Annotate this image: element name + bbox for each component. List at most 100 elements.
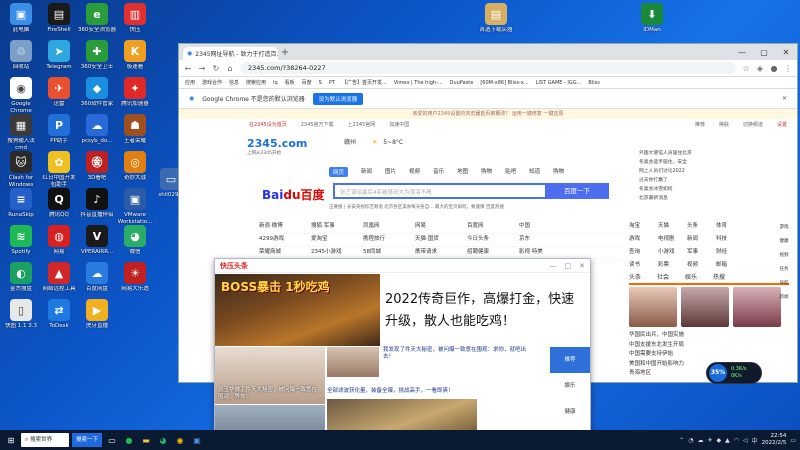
site-link[interactable]: 百度网 [467, 221, 519, 233]
bookmark-item[interactable]: [60M-x86] Bliss-x... [480, 80, 528, 86]
desktop-icon[interactable]: ◎ 奇妙大战 [116, 151, 154, 182]
site-link[interactable]: 天猫·国货 [415, 234, 467, 246]
search-tab[interactable]: 视频 [409, 167, 420, 177]
bookmark-item[interactable]: 应用 [185, 79, 195, 86]
desktop-icon[interactable]: ✈ 迅雷 [40, 77, 78, 108]
top-link[interactable]: 在2345设为首页 [249, 121, 287, 131]
tab-active[interactable]: ◉ 2345网址导航 - 致力于打造百... ✕ [183, 47, 278, 60]
desktop-icon[interactable]: ◆ 360软件管家 [78, 77, 116, 108]
popup-tab[interactable]: 娱乐 [550, 373, 590, 399]
menu-icon[interactable]: ⋮ [784, 64, 792, 73]
new-tab-button[interactable]: + [278, 47, 292, 60]
tray-icon[interactable]: ☁ [697, 437, 703, 444]
extension-icon[interactable]: ◈ [756, 64, 764, 73]
taskbar-search[interactable]: ⌕ 搜索世界 [21, 433, 69, 447]
set-default-button[interactable]: 设为默认浏览器 [312, 92, 364, 105]
weather-widget[interactable]: 赣州 ☀ 5~8°C [344, 137, 544, 146]
desktop-icon[interactable]: ▦ 搜狗输入法cmd [2, 114, 40, 152]
news-tab[interactable]: 头条 [629, 272, 641, 281]
search-tab[interactable]: 购物 [553, 167, 564, 177]
desktop-icon[interactable]: ☁ pcsyb_do... [78, 114, 116, 145]
minimize-button[interactable]: — [731, 46, 753, 60]
top-link-right[interactable]: 换肤 [719, 121, 729, 131]
desktop-icon[interactable]: ☀ 网易大乐透 [116, 262, 154, 293]
desktop-icon[interactable]: ◉ Google Chrome [2, 77, 40, 115]
bookmark-item[interactable]: lq [273, 80, 278, 86]
clock[interactable]: 22:54 2022/2/5 [762, 433, 787, 447]
site-link[interactable]: 凤凰网 [363, 221, 415, 233]
bookmark-item[interactable]: DuuPaste [450, 80, 474, 86]
profile-icon[interactable]: ● [770, 64, 778, 73]
desktop-icon[interactable]: ▤ 首选下载实器 [477, 3, 515, 34]
category-link[interactable]: 小游戏 [658, 247, 687, 260]
tray-icon[interactable]: ◆ [716, 437, 721, 444]
category-link[interactable]: 军事 [687, 247, 716, 260]
desktop-icon[interactable]: ≡ RunaSkip [2, 188, 40, 219]
wechat-icon[interactable]: ◕ [156, 433, 170, 447]
desktop-icon[interactable]: ◕ 微信 [116, 225, 154, 256]
popup-minimize-button[interactable]: — [550, 262, 557, 270]
site-link[interactable]: 中国 [519, 221, 571, 233]
search-tab[interactable]: 地图 [457, 167, 468, 177]
search-button[interactable]: 百度一下 [545, 183, 609, 199]
notification-icon[interactable]: ▭ [790, 437, 796, 444]
desktop-icon[interactable]: ▯ 快图 1.1 3.3 [2, 299, 40, 330]
news-link[interactable]: 网上人员们讨论2022 [639, 167, 759, 176]
desktop-icon[interactable]: ⇄ ToDesk [40, 299, 78, 330]
category-link[interactable]: 淘宝 [629, 221, 658, 234]
tray-icon[interactable]: ◔ [688, 437, 693, 444]
desktop-icon[interactable]: ✚ 360安全卫士 [78, 40, 116, 71]
top-link-right[interactable]: 设置 [777, 121, 787, 131]
bookmark-item[interactable]: 搜索应用 [246, 79, 266, 86]
search-tab[interactable]: 购物 [481, 167, 492, 177]
search-input[interactable]: 张艺谋谈最后4名被感动大为落泪不喝 [333, 183, 545, 199]
desktop-icon[interactable]: ♲ 回收站 [2, 40, 40, 71]
news-link[interactable]: 过去你打赢了 [639, 176, 759, 185]
volume-icon[interactable]: ◁ [743, 437, 748, 444]
reload-icon[interactable]: ↻ [212, 64, 220, 73]
bookmark-item[interactable]: 看板 [285, 79, 295, 86]
desktop-icon[interactable]: 🐱 Clash for Windows [2, 151, 40, 189]
site-link[interactable]: 4299游戏 [259, 234, 311, 246]
top-link-right[interactable]: 切换频道 [743, 121, 763, 131]
desktop-icon[interactable]: ▤ FireShell [40, 3, 78, 34]
bookmark-item[interactable]: 【广告】首页开发... [342, 79, 387, 86]
desktop-icon[interactable]: ㊎ 3D看吧 [78, 151, 116, 182]
news-link[interactable]: 北京最新消息 [639, 194, 759, 203]
app-icon[interactable]: ▣ [190, 433, 204, 447]
news-link[interactable]: 外国大使馆人员居住北京 [639, 149, 759, 158]
back-icon[interactable]: ← [184, 64, 192, 73]
search-tab[interactable]: 知道 [529, 167, 540, 177]
tray-icon[interactable]: ▲ [725, 437, 730, 444]
forward-icon[interactable]: → [198, 64, 206, 73]
popup-maximize-button[interactable]: □ [565, 262, 572, 270]
site-link[interactable]: 搜狐·军事 [311, 221, 363, 233]
category-link[interactable]: 电视剧 [658, 234, 687, 247]
site-link[interactable]: 今日头条 [467, 234, 519, 246]
news-image[interactable] [681, 287, 729, 327]
bookmark-item[interactable]: Bliss [588, 80, 599, 86]
category-link[interactable]: 科技 [716, 234, 745, 247]
desktop-icon[interactable]: ✦ 腾讯加速器 [116, 77, 154, 108]
sidebar-item[interactable]: 视频 [771, 249, 797, 263]
chrome-icon[interactable]: ◉ [173, 433, 187, 447]
site-link[interactable]: 携程旅行 [363, 234, 415, 246]
news-image[interactable] [629, 287, 677, 327]
search-tab[interactable]: 音乐 [433, 167, 444, 177]
search-tab[interactable]: 网页 [329, 167, 349, 177]
bookmark-item[interactable]: PT [329, 80, 335, 86]
top-link[interactable]: 加速中国 [389, 121, 409, 131]
desktop-icon[interactable]: ◐ 金杰搜盘 [2, 262, 40, 293]
bookmark-item[interactable]: LIST GAME - IGG... [536, 80, 582, 86]
top-link-right[interactable]: 推荐 [695, 121, 705, 131]
popup-tab[interactable]: 推荐 [550, 347, 590, 373]
site-logo[interactable]: 2345.com 上网从2345开始 [247, 137, 307, 161]
desktop-icon[interactable]: ▣ VMware Workstatio... [116, 188, 154, 226]
news-image[interactable]: 张玉华做了件天大秘密，被问爆一致意在围观，等你！ [215, 347, 325, 404]
category-link[interactable]: 体育 [716, 221, 745, 234]
ad-image[interactable]: BOSS暴击 1秒吃鸡 [215, 274, 380, 346]
desktop-icon[interactable]: V VPERAIRR... [78, 225, 116, 256]
category-link[interactable]: 头条 [687, 221, 716, 234]
category-link[interactable]: 查询 [629, 247, 658, 260]
desktop-icon[interactable]: ▲ 网络远程工具 [40, 262, 78, 293]
